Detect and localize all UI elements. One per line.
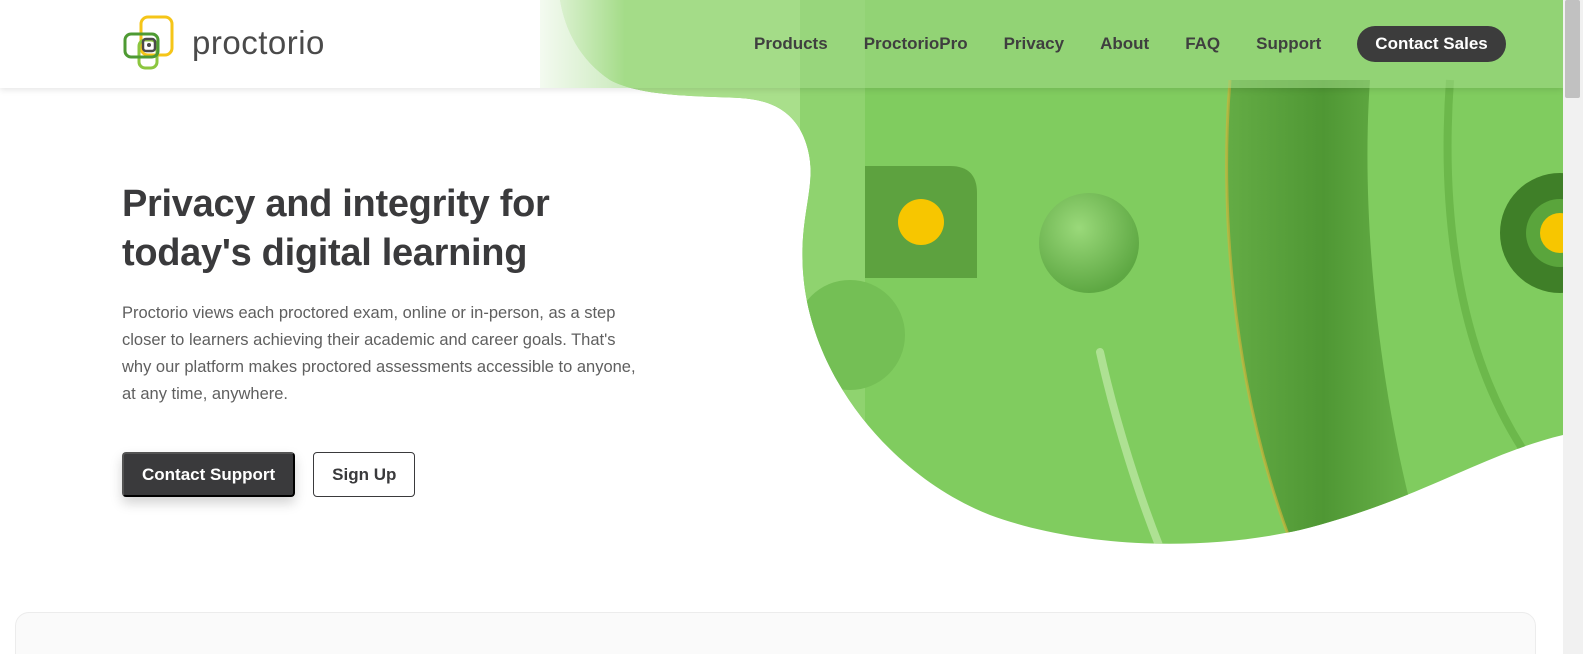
feature-card: [15, 612, 1536, 654]
hero-description: Proctorio views each proctored exam, onl…: [122, 304, 636, 403]
nav-proctoriopro[interactable]: ProctorioPro: [864, 34, 968, 54]
hero-title-line-2: today's digital learning: [122, 232, 528, 274]
nav-privacy[interactable]: Privacy: [1004, 34, 1065, 54]
scrollbar-track[interactable]: [1563, 0, 1583, 654]
nav-products[interactable]: Products: [754, 34, 828, 54]
proctorio-logo-icon: [123, 15, 174, 70]
scrollbar-thumb[interactable]: [1565, 0, 1580, 98]
sign-up-button[interactable]: Sign Up: [313, 452, 416, 497]
nav-support[interactable]: Support: [1256, 34, 1321, 54]
nav-faq[interactable]: FAQ: [1185, 34, 1220, 54]
contact-support-button[interactable]: Contact Support: [122, 452, 296, 497]
site-header: proctorio Products ProctorioPro Privacy …: [0, 0, 1563, 88]
brand-name: proctorio: [192, 24, 325, 61]
nav-about[interactable]: About: [1100, 34, 1149, 54]
hero-title-line-1: Privacy and integrity for: [122, 183, 550, 225]
contact-sales-button[interactable]: Contact Sales: [1357, 26, 1506, 62]
hero-actions: Contact Support Sign Up: [122, 452, 416, 497]
hero-title: Privacy and integrity for today's digita…: [122, 180, 652, 278]
brand-logo[interactable]: proctorio: [122, 14, 325, 72]
main-nav: Products ProctorioPro Privacy About FAQ …: [736, 26, 1506, 62]
hero-section: Privacy and integrity for today's digita…: [122, 180, 652, 408]
